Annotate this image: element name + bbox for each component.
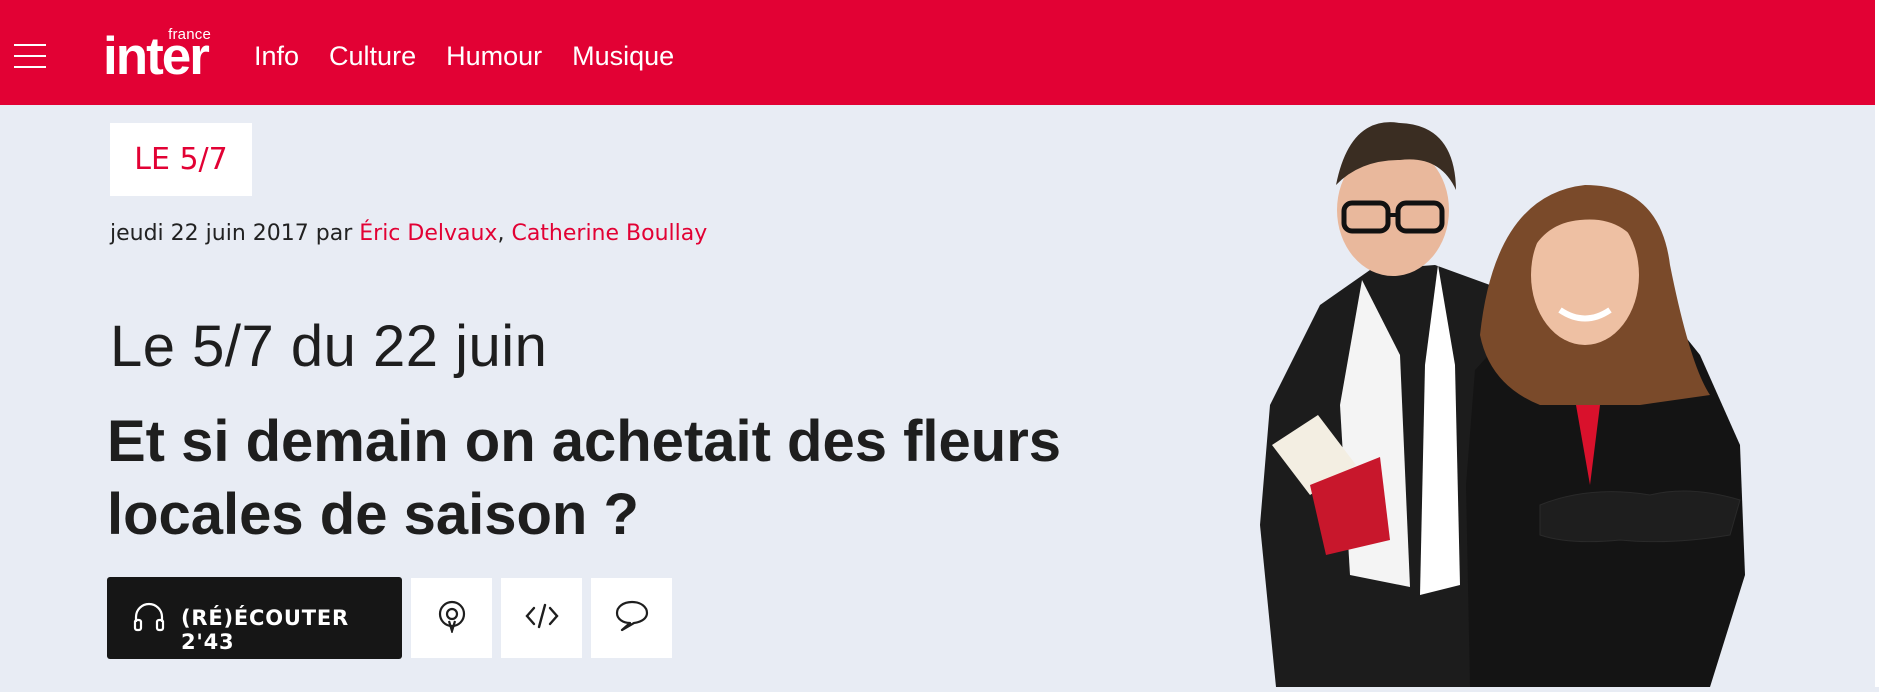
headphones-icon bbox=[133, 602, 165, 637]
author-link[interactable]: Éric Delvaux bbox=[359, 221, 497, 246]
comment-icon bbox=[614, 599, 650, 638]
author-link[interactable]: Catherine Boullay bbox=[511, 221, 707, 246]
comment-button[interactable] bbox=[591, 578, 672, 658]
podcast-button[interactable] bbox=[411, 578, 492, 658]
embed-code-icon bbox=[524, 601, 560, 636]
listen-label: (RÉ)ÉCOUTER 2'43 bbox=[181, 606, 350, 654]
author-separator: , bbox=[497, 221, 505, 246]
page-title: Le 5/7 du 22 juin bbox=[110, 314, 548, 379]
byline: jeudi 22 juin 2017 par Éric Delvaux, Cat… bbox=[110, 221, 707, 246]
right-edge-strip bbox=[1875, 0, 1879, 687]
nav-item-humour[interactable]: Humour bbox=[446, 38, 542, 74]
show-tag[interactable]: LE 5/7 bbox=[110, 123, 252, 196]
podcast-icon bbox=[435, 599, 469, 638]
main-nav: Info Culture Humour Musique bbox=[254, 38, 674, 74]
hosts-photo bbox=[1240, 105, 1780, 687]
by-word: par bbox=[315, 221, 353, 246]
france-inter-logo[interactable]: france inter bbox=[103, 22, 215, 83]
embed-button[interactable] bbox=[501, 578, 582, 658]
publish-date: jeudi 22 juin 2017 bbox=[110, 221, 309, 246]
menu-burger-icon[interactable] bbox=[14, 44, 46, 70]
listen-button[interactable]: (RÉ)ÉCOUTER 2'43 bbox=[107, 577, 402, 659]
nav-item-info[interactable]: Info bbox=[254, 38, 299, 74]
page-subtitle: Et si demain on achetait des fleurs loca… bbox=[107, 409, 1062, 547]
nav-item-musique[interactable]: Musique bbox=[572, 38, 674, 74]
nav-item-culture[interactable]: Culture bbox=[329, 38, 416, 74]
logo-big-text: inter bbox=[103, 27, 210, 86]
top-header: france inter Info Culture Humour Musique bbox=[0, 0, 1879, 105]
